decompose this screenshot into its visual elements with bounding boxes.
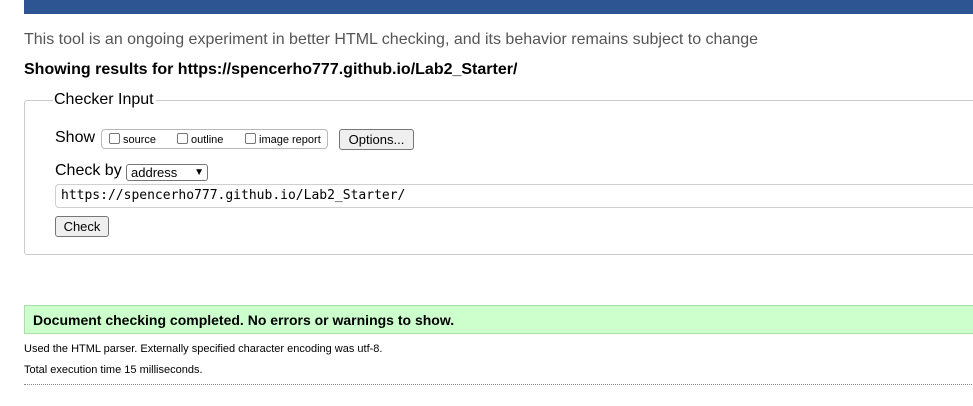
image-report-checkbox-label[interactable]: image report: [259, 134, 321, 146]
divider: [24, 384, 973, 385]
url-input[interactable]: https://spencerho777.github.io/Lab2_Star…: [55, 184, 973, 208]
success-message: Document checking completed. No errors o…: [24, 305, 973, 334]
check-by-label: Check by: [55, 162, 122, 179]
show-options-group: source outline image report: [101, 129, 328, 149]
source-checkbox[interactable]: [109, 133, 120, 144]
check-by-select[interactable]: address ▼: [126, 164, 208, 181]
source-checkbox-label[interactable]: source: [123, 134, 156, 146]
options-button[interactable]: Options...: [339, 129, 414, 150]
top-banner-bar: [24, 0, 973, 14]
check-button[interactable]: Check: [55, 216, 109, 237]
outline-checkbox-label[interactable]: outline: [191, 134, 223, 146]
chevron-down-icon: ▼: [194, 167, 204, 178]
checker-input-legend: Checker Input: [53, 91, 156, 109]
outline-checkbox[interactable]: [177, 133, 188, 144]
image-report-checkbox[interactable]: [245, 133, 256, 144]
results-heading: Showing results for https://spencerho777…: [24, 61, 518, 78]
intro-text: This tool is an ongoing experiment in be…: [24, 31, 759, 48]
check-by-select-value: address: [131, 165, 178, 180]
execution-time-text: Total execution time 15 milliseconds.: [24, 364, 203, 376]
parser-info-text: Used the HTML parser. Externally specifi…: [24, 343, 383, 355]
show-label: Show: [55, 129, 96, 146]
